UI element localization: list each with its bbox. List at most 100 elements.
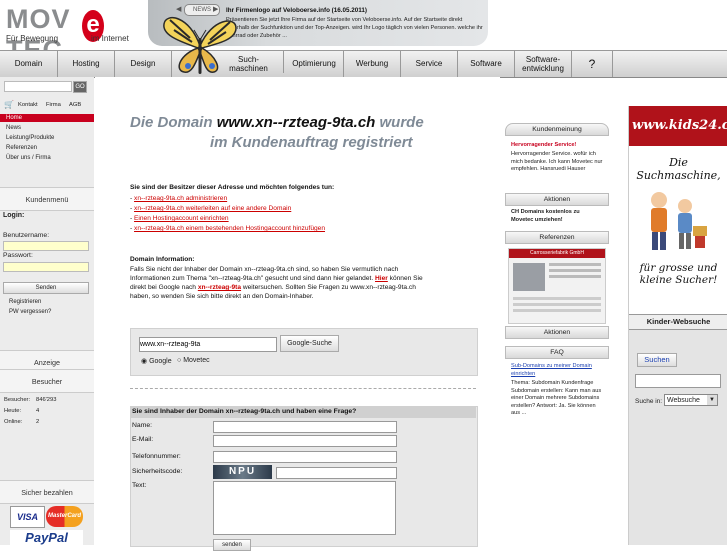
info-link-hier[interactable]: Hier	[375, 275, 388, 282]
info-text: Falls Sie nicht der Inhaber der Domain x…	[130, 266, 423, 300]
owner-link-3[interactable]: - Einen Hostingaccount einrichten	[130, 214, 229, 223]
nav-service[interactable]: Service	[401, 51, 458, 77]
password-label: Passwort:	[3, 252, 33, 259]
cart-icon[interactable]: 🛒	[4, 100, 14, 109]
text-label: Text:	[132, 482, 147, 489]
referenz-screenshot[interactable]: Carrosseriefabrik GmbH	[508, 248, 606, 324]
top-link-agb[interactable]: AGB	[69, 102, 81, 108]
aktionen-text[interactable]: CH Domains kostenlos zu Movetec umziehen…	[511, 209, 603, 224]
visa-logo: VISA	[10, 506, 45, 528]
owner-link-4[interactable]: - xn--rzteag-9ta.ch einem bestehenden Ho…	[130, 224, 325, 233]
chevron-down-icon[interactable]: ▼	[707, 395, 717, 405]
captcha-field[interactable]	[276, 467, 397, 479]
kundenmeinung-heading: Hervorragender Service!	[511, 142, 577, 148]
phone-field[interactable]	[213, 451, 397, 463]
nav-software[interactable]: Software	[458, 51, 515, 77]
message-textarea[interactable]	[213, 481, 396, 535]
nav-optimierung[interactable]: Optimierung	[285, 51, 344, 77]
stat-besucher-value: 846'293	[36, 397, 57, 403]
faq-link[interactable]: Sub-Domains zu meiner Domain einrichten	[511, 363, 603, 378]
sicher-bezahlen-title: Sicher bezahlen	[21, 488, 73, 497]
name-field[interactable]	[213, 421, 397, 433]
aktionen2-title: Aktionen	[505, 326, 609, 339]
referenzen-title: Referenzen	[505, 231, 609, 244]
info-link-google-term[interactable]: xn--rzteag-9ta	[198, 284, 241, 291]
ad-search-input[interactable]	[635, 374, 721, 388]
ad-brand: www.kids24.ch	[632, 118, 727, 133]
contact-form-heading: Sie sind Inhaber der Domain xn--rzteag-9…	[132, 408, 357, 415]
stat-online-value: 2	[36, 419, 40, 425]
phone-label: Telefonnummer:	[132, 453, 181, 460]
info-heading: Domain Information:	[130, 256, 195, 263]
faq-title: FAQ	[505, 346, 609, 359]
forgot-password-link[interactable]: PW vergessen?	[9, 309, 51, 315]
butterfly-icon	[163, 16, 237, 74]
owner-link-1[interactable]: - xn--rzteag-9ta.ch administrieren	[130, 194, 227, 203]
nav-softwareentwicklung[interactable]: Software- entwicklung	[515, 51, 572, 77]
aktionen-title: Aktionen	[505, 193, 609, 206]
besucher-title: Besucher	[31, 377, 63, 386]
menu-item-ueber-uns[interactable]: Über uns / Firma	[6, 155, 51, 161]
nav-hosting[interactable]: Hosting	[58, 51, 115, 77]
main-navigation: Domain Hosting Design Such- maschinen Op…	[0, 50, 727, 78]
paypal-logo: PayPal	[10, 530, 83, 545]
kids24-ad[interactable]: www.kids24.ch Die Suchmaschine, für gros…	[628, 106, 727, 545]
divider	[130, 388, 476, 389]
nav-werbung[interactable]: Werbung	[344, 51, 401, 77]
username-label: Benutzername:	[3, 232, 50, 239]
radio-google[interactable]: ◉ Google	[141, 357, 172, 365]
kids-illustration-icon	[651, 192, 707, 250]
google-search-button[interactable]: Google-Suche	[280, 335, 339, 352]
stat-online-label: Online:	[4, 419, 23, 425]
email-label: E-Mail:	[132, 436, 154, 443]
news-title[interactable]: Ihr Firmenlogo auf Veloboerse.info (16.0…	[226, 7, 367, 14]
login-label: Login:	[3, 212, 25, 219]
ad-section-title: Kinder-Websuche	[629, 314, 727, 330]
captcha-label: Sicherheitscode:	[132, 468, 183, 475]
ad-slogan-1: Die Suchmaschine,	[636, 156, 721, 182]
nav-domain[interactable]: Domain	[0, 51, 58, 77]
header: MOVTEC e Für Bewegung im Internet ◀ NEWS…	[0, 0, 727, 65]
top-link-kontakt[interactable]: Kontakt	[18, 102, 38, 108]
kundenmenu-header: Kundenmenü	[0, 187, 94, 211]
ad-slogan-2: für grosse und kleine Sucher!	[639, 262, 718, 286]
google-search-input[interactable]	[139, 337, 277, 352]
menu-item-leistung[interactable]: Leistung/Produkte	[6, 135, 54, 141]
movetec-logo[interactable]: MOVTEC e Für Bewegung im Internet	[6, 4, 134, 65]
stat-heute-value: 4	[36, 408, 40, 414]
stat-besucher-label: Besucher:	[4, 397, 31, 403]
menu-item-home[interactable]: Home	[6, 115, 22, 121]
anzeige-title: Anzeige	[34, 358, 60, 367]
owner-link-2[interactable]: - xn--rzteag-9ta.ch weiterleiten auf ein…	[130, 204, 291, 213]
page-title: Die Domain www.xn--rzteag-9ta.ch wurde	[130, 114, 424, 131]
kundenmenu-title: Kundenmenü	[25, 195, 69, 204]
besucher-header: Besucher	[0, 369, 94, 393]
menu-item-news[interactable]: News	[6, 125, 21, 131]
nav-help[interactable]: ?	[572, 51, 613, 77]
login-send-button[interactable]: Senden	[3, 282, 89, 294]
page-title-line2: im Kundenauftrag registriert	[210, 134, 413, 151]
contact-send-button[interactable]: senden	[213, 539, 251, 551]
register-link[interactable]: Registrieren	[9, 299, 41, 305]
quick-search-input[interactable]	[4, 81, 72, 92]
password-field[interactable]	[3, 262, 89, 272]
left-sidebar: GO 🛒 Kontakt Firma AGB Home News Leistun…	[0, 77, 94, 545]
ad-search-select[interactable]: Websuche ▼	[664, 394, 718, 406]
username-field[interactable]	[3, 241, 89, 251]
quick-search-go-button[interactable]: GO	[73, 81, 87, 93]
logo-tagline-1: Für Bewegung	[6, 34, 59, 43]
news-text: Präsentieren Sie jetzt Ihre Firma auf de…	[226, 17, 483, 39]
ad-search-button[interactable]: Suchen	[637, 353, 677, 367]
kundenmeinung-title: Kundenmeinung	[505, 123, 609, 136]
email-field[interactable]	[213, 435, 397, 447]
menu-item-referenzen[interactable]: Referenzen	[6, 145, 37, 151]
owner-heading: Sie sind der Besitzer dieser Adresse und…	[130, 184, 335, 191]
stat-heute-label: Heute:	[4, 408, 22, 414]
referenz-site-name: Carrosseriefabrik GmbH	[509, 249, 605, 258]
radio-movetec[interactable]: ○ Movetec	[177, 357, 210, 364]
captcha-image: NPU	[213, 465, 272, 479]
faq-text: Thema: Subdomain Kundenfrage Subdomain e…	[511, 380, 602, 416]
top-link-firma[interactable]: Firma	[46, 102, 61, 108]
main-content: Die Domain www.xn--rzteag-9ta.ch wurde i…	[95, 77, 500, 551]
sicher-bezahlen-header: Sicher bezahlen	[0, 480, 94, 504]
